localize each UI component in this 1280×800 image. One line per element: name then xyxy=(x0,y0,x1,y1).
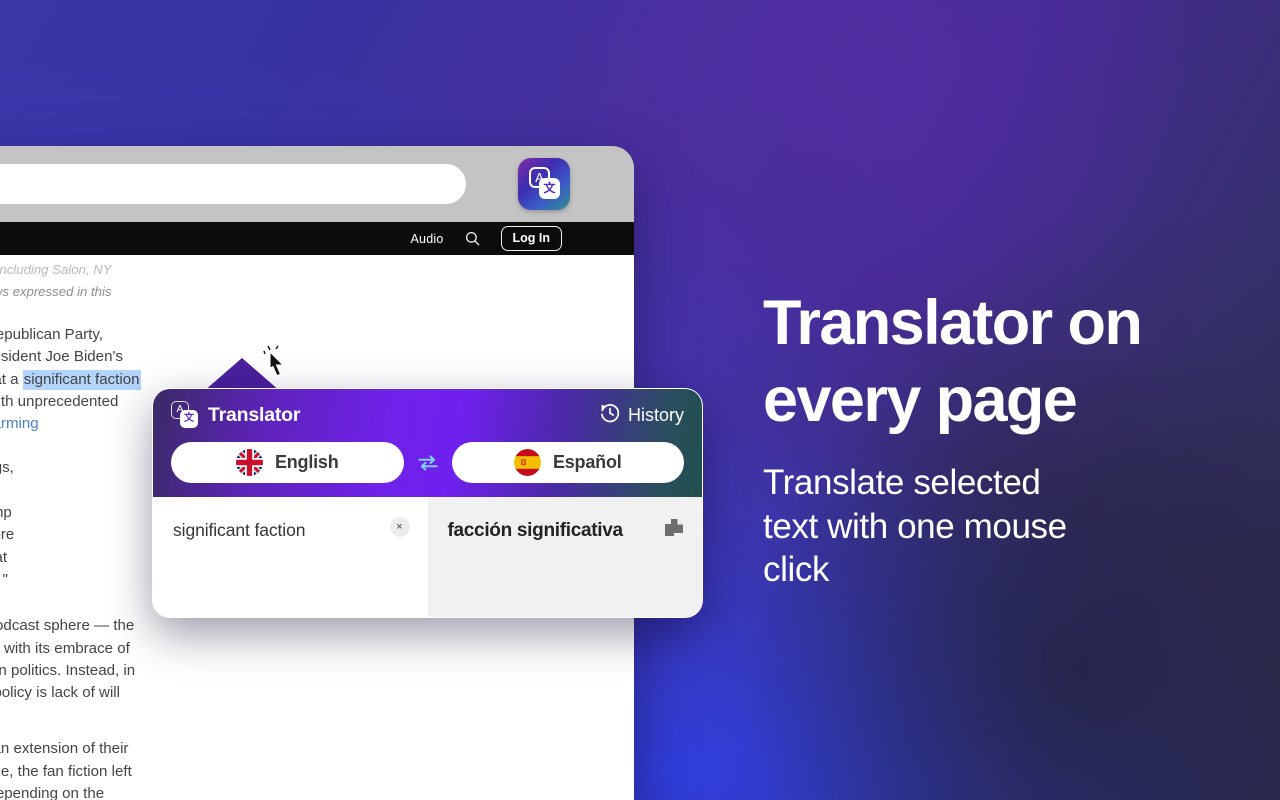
copy-icon[interactable] xyxy=(662,516,686,540)
logo-glyph: 文 xyxy=(180,410,198,428)
article-line: s its audience, which depending on the xyxy=(0,785,105,800)
article-line: h less recognized is that a xyxy=(0,370,19,388)
history-clock-icon xyxy=(599,402,621,429)
article-line: 5% by early 2022. Trump xyxy=(0,504,12,522)
promo-headline: Translator on every page xyxy=(763,288,1143,435)
popup-title-row: A 文 Translator History xyxy=(171,389,684,441)
promo-subhead: Translate selected text with one mouse c… xyxy=(763,463,1067,589)
article-line: unt for Biden's comparat xyxy=(0,548,8,566)
article-line: t and beneficial public policy is lack o… xyxy=(0,684,121,702)
browser-toolbar: A 文 xyxy=(0,146,634,222)
swap-languages-icon[interactable] xyxy=(415,450,441,476)
article-line: time period during his pre xyxy=(0,526,15,544)
mouse-cursor xyxy=(263,345,285,377)
source-language-selector[interactable]: English xyxy=(171,442,404,483)
address-bar-input[interactable] xyxy=(0,164,466,204)
flag-spain-icon xyxy=(513,449,541,476)
article-line: e the Republican Party, with its embrace… xyxy=(0,639,130,657)
popup-header: A 文 Translator History English Español xyxy=(153,389,702,497)
target-language-selector[interactable]: Español xyxy=(451,442,684,483)
flag-united-kingdom-icon xyxy=(235,449,263,476)
language-selector-row: English Español xyxy=(171,442,684,483)
translator-extension-icon[interactable]: A 文 xyxy=(518,158,570,210)
article-line: ain problem of American politics. Instea… xyxy=(0,661,136,679)
article-line: an politics is that the Republican Party… xyxy=(0,326,103,343)
article-line: me series or video game, the fan fiction… xyxy=(0,762,132,780)
translated-text: facción significativa xyxy=(447,520,624,541)
article-line: social media and the podcast sphere — th… xyxy=(0,617,135,635)
source-language-label: English xyxy=(274,452,339,472)
target-language-label: Español xyxy=(552,452,622,472)
article-line: rhetoric, is blocking President Joe Bide… xyxy=(0,348,123,366)
site-navigation-bar: Audio Log In xyxy=(0,222,634,255)
selected-text[interactable]: significant faction xyxy=(22,369,141,390)
nav-item-audio[interactable]: Audio xyxy=(411,232,444,246)
article-link[interactable]: global warming xyxy=(0,415,39,432)
article-paragraph-3: social media and the podcast sphere — th… xyxy=(0,615,264,704)
source-text[interactable]: significant faction xyxy=(173,519,410,541)
article-line: han teenagers writing an extension of th… xyxy=(0,740,129,758)
extension-icon-glyph: 文 xyxy=(539,178,560,199)
login-button[interactable]: Log In xyxy=(500,226,562,251)
article-line: uence of what I call the " xyxy=(0,570,8,588)
article-intro-clipped: itics, music and literature, including S… xyxy=(0,262,112,277)
promo-copy: Translator on every page Translate selec… xyxy=(763,285,1243,592)
translator-logo-icon: A 文 xyxy=(171,401,199,429)
popup-body: significant faction × facción significat… xyxy=(153,497,702,617)
popup-title: Translator xyxy=(208,403,301,426)
clear-text-button[interactable]: × xyxy=(389,517,410,537)
translated-text-pane: facción significativa xyxy=(427,497,702,617)
translator-popup: A 文 Translator History English Español s… xyxy=(152,388,703,618)
popup-brand: A 文 Translator xyxy=(171,401,300,429)
article-paragraph-4: han teenagers writing an extension of th… xyxy=(0,738,264,800)
history-label: History xyxy=(627,404,684,425)
search-icon[interactable] xyxy=(465,231,480,246)
source-text-pane[interactable]: significant faction × xyxy=(153,497,428,617)
article-line: n a country wrestling with unprecedented xyxy=(0,392,119,410)
article-line: en's low approval ratings, xyxy=(0,459,14,477)
history-button[interactable]: History xyxy=(599,402,684,429)
article-intro-visible: Review of Books. The views expressed in … xyxy=(0,284,112,299)
article-intro: itics, music and literature, including S… xyxy=(0,259,264,303)
